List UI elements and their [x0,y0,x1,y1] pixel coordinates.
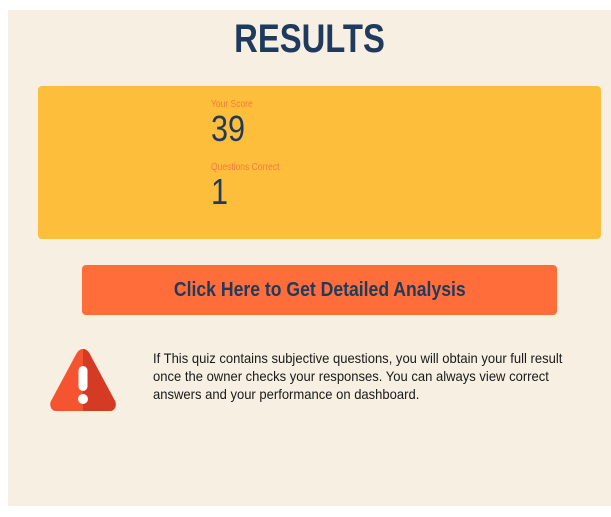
page-title: RESULTS [234,17,385,61]
results-panel: RESULTS Your Score 39 Questions Correct … [8,10,611,506]
detailed-analysis-button[interactable]: Click Here to Get Detailed Analysis [82,265,557,315]
score-card: Your Score 39 Questions Correct 1 [38,86,601,239]
warning-triangle-icon [50,349,116,411]
score-value: 39 [211,108,246,149]
subjective-notice-text: If This quiz contains subjective questio… [153,350,563,402]
questions-correct-stat: Questions Correct 1 [211,162,292,210]
detailed-analysis-button-label: Click Here to Get Detailed Analysis [173,279,466,301]
questions-correct-value: 1 [211,171,229,212]
score-stat: Your Score 39 [211,99,260,147]
